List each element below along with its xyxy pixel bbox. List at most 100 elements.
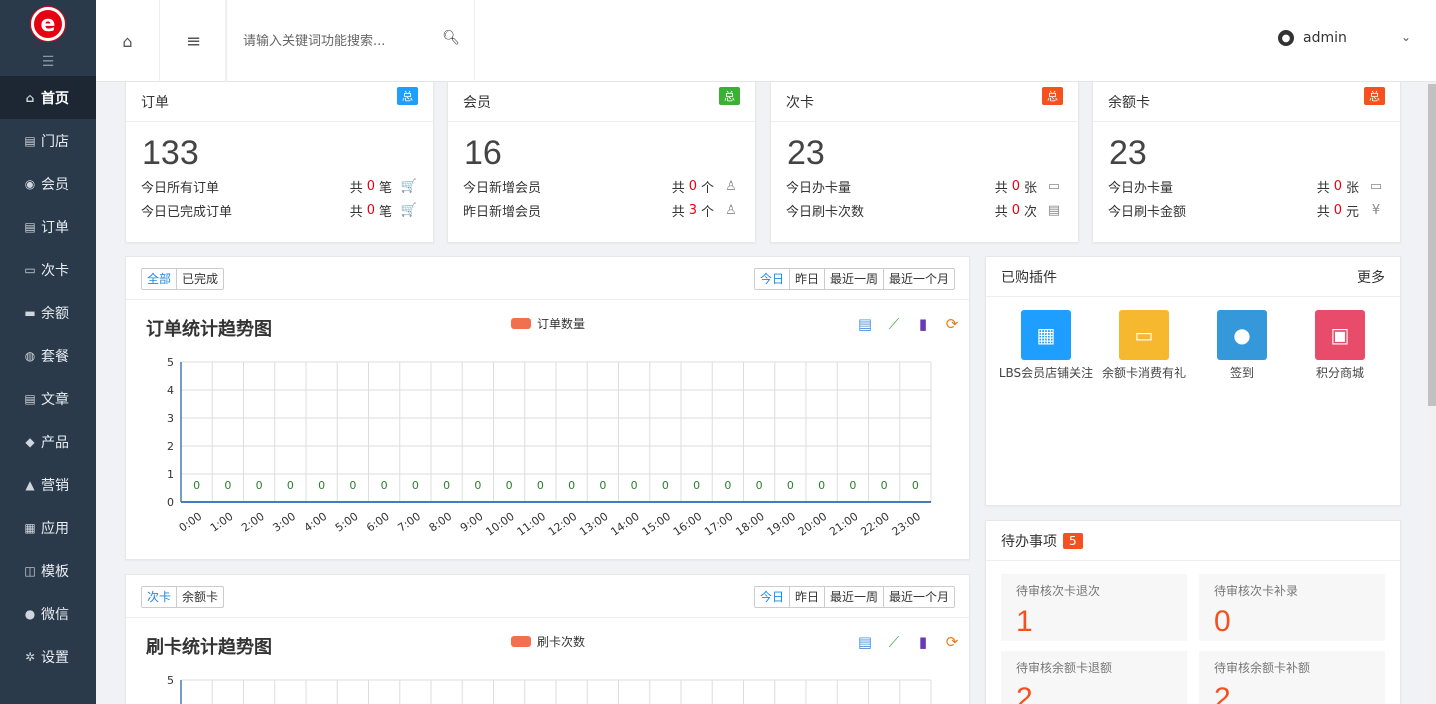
tab-all[interactable]: 全部 bbox=[142, 269, 178, 289]
search-bar: 🔍︎ bbox=[226, 0, 475, 82]
todo-item[interactable]: 待审核次卡退次 1 bbox=[1001, 574, 1187, 641]
stat-row-label: 今日刷卡次数 bbox=[786, 204, 865, 220]
x-tick-label: 7:00 bbox=[395, 510, 423, 535]
refresh-icon[interactable]: ⟳ bbox=[943, 315, 961, 333]
sidebar-item-12[interactable]: ● 微信 bbox=[0, 592, 96, 635]
range-week[interactable]: 最近一周 bbox=[825, 587, 884, 607]
stat-unit: 元 bbox=[1345, 204, 1359, 220]
sidebar-item-label: 文章 bbox=[41, 391, 69, 408]
stat-unit: 次 bbox=[1023, 204, 1037, 220]
range-today[interactable]: 今日 bbox=[754, 269, 790, 289]
x-tick-label: 23:00 bbox=[890, 510, 923, 539]
stat-row-value: 共 0 个 ♙ bbox=[672, 177, 740, 196]
clipboard-icon: ▤ bbox=[1047, 202, 1061, 218]
sidebar-item-5[interactable]: ▬ 余额 bbox=[0, 291, 96, 334]
stat-count: 0 bbox=[1011, 202, 1020, 218]
line-chart-icon[interactable]: ⟋ bbox=[885, 315, 903, 333]
user-avatar-icon: ● bbox=[1278, 30, 1294, 46]
sidebar-item-3[interactable]: ▤ 订单 bbox=[0, 205, 96, 248]
data-label: 0 bbox=[506, 479, 513, 492]
search-icon[interactable]: 🔍︎ bbox=[442, 30, 460, 46]
range-month[interactable]: 最近一个月 bbox=[884, 269, 954, 289]
sidebar-item-6[interactable]: ◍ 套餐 bbox=[0, 334, 96, 377]
plugin-item[interactable]: ● 签到 bbox=[1193, 310, 1291, 382]
stat-unit: 个 bbox=[700, 180, 714, 196]
data-label: 0 bbox=[631, 479, 638, 492]
sidebar-item-11[interactable]: ◫ 模板 bbox=[0, 549, 96, 592]
sidebar-item-label: 首页 bbox=[41, 90, 69, 107]
sidebar-item-10[interactable]: ▦ 应用 bbox=[0, 506, 96, 549]
stat-unit: 笔 bbox=[378, 180, 392, 196]
menu-toggle-button[interactable]: ≡ bbox=[162, 0, 226, 82]
range-month[interactable]: 最近一个月 bbox=[884, 587, 954, 607]
plugin-label: 余额卡消费有礼 bbox=[1101, 366, 1186, 380]
x-tick-label: 19:00 bbox=[765, 510, 798, 539]
sidebar-item-0[interactable]: ⌂ 首页 bbox=[0, 76, 96, 119]
sidebar-item-9[interactable]: ▲ 营销 bbox=[0, 463, 96, 506]
search-input[interactable] bbox=[243, 33, 443, 49]
x-tick-label: 0:00 bbox=[177, 510, 205, 535]
stat-total: 23 bbox=[787, 134, 825, 172]
chevron-down-icon[interactable]: ⌄ bbox=[1401, 30, 1411, 44]
stat-row: 今日办卡量 共 0 张 ▭ bbox=[771, 174, 1078, 198]
todo-item[interactable]: 待审核余额卡退额 2 bbox=[1001, 651, 1187, 704]
user-menu[interactable]: ● admin bbox=[1278, 30, 1347, 46]
scrollbar-thumb[interactable] bbox=[1428, 84, 1436, 406]
range-today[interactable]: 今日 bbox=[754, 587, 790, 607]
article-icon: ▤ bbox=[24, 391, 36, 406]
refresh-icon[interactable]: ⟳ bbox=[943, 633, 961, 651]
total-badge: 总 bbox=[1042, 87, 1063, 105]
username: admin bbox=[1303, 30, 1347, 46]
sidebar-item-13[interactable]: ✲ 设置 bbox=[0, 635, 96, 678]
stat-count: 0 bbox=[1333, 202, 1342, 218]
cart-icon: 🛒 bbox=[400, 202, 418, 218]
data-view-icon[interactable]: ▤ bbox=[856, 633, 874, 651]
stat-prefix: 共 bbox=[1316, 204, 1330, 220]
sidebar-item-4[interactable]: ▭ 次卡 bbox=[0, 248, 96, 291]
x-tick-label: 20:00 bbox=[796, 510, 829, 539]
sidebar: e ☰ ⌂ 首页 ▤ 门店 ◉ 会员 ▤ 订单 ▭ 次卡 ▬ 余额 ◍ 套餐 ▤ 文章 ◆ 产品 ▲ 营销 ▦ 应用 ◫ 模板… bbox=[0, 0, 96, 704]
sidebar-item-1[interactable]: ▤ 门店 bbox=[0, 119, 96, 162]
tab-completed[interactable]: 已完成 bbox=[177, 269, 223, 289]
data-label: 0 bbox=[349, 479, 356, 492]
plugin-item[interactable]: ▭ 余额卡消费有礼 bbox=[1095, 310, 1193, 382]
plugin-item[interactable]: ▦ LBS会员店铺关注 bbox=[997, 310, 1095, 382]
total-badge: 总 bbox=[397, 87, 418, 105]
data-label: 0 bbox=[224, 479, 231, 492]
range-yesterday[interactable]: 昨日 bbox=[790, 269, 825, 289]
sidebar-item-7[interactable]: ▤ 文章 bbox=[0, 377, 96, 420]
todo-item[interactable]: 待审核次卡补录 0 bbox=[1199, 574, 1385, 641]
package-icon: ◍ bbox=[24, 348, 36, 363]
stat-count: 0 bbox=[688, 178, 697, 194]
chart-legend[interactable]: 刷卡次数 bbox=[511, 633, 585, 650]
stat-prefix: 共 bbox=[994, 204, 1008, 220]
bar-chart-icon[interactable]: ▮ bbox=[914, 315, 932, 333]
stat-row-label: 今日办卡量 bbox=[1108, 180, 1174, 196]
plugin-item[interactable]: ▣ 积分商城 bbox=[1291, 310, 1389, 382]
x-tick-label: 17:00 bbox=[702, 510, 735, 539]
todo-title: 待办事项 bbox=[1001, 533, 1057, 550]
range-yesterday[interactable]: 昨日 bbox=[790, 587, 825, 607]
range-week[interactable]: 最近一周 bbox=[825, 269, 884, 289]
app-logo[interactable]: e bbox=[0, 0, 96, 48]
tab-balance-card[interactable]: 余额卡 bbox=[177, 587, 223, 607]
sidebar-item-label: 套餐 bbox=[41, 348, 69, 365]
chart-legend[interactable]: 订单数量 bbox=[511, 315, 585, 332]
sidebar-item-2[interactable]: ◉ 会员 bbox=[0, 162, 96, 205]
tab-times-card[interactable]: 次卡 bbox=[142, 587, 178, 607]
todo-item[interactable]: 待审核余额卡补额 2 bbox=[1199, 651, 1385, 704]
line-chart-icon[interactable]: ⟋ bbox=[885, 633, 903, 651]
data-view-icon[interactable]: ▤ bbox=[856, 315, 874, 333]
collapse-sidebar-icon[interactable]: ☰ bbox=[0, 48, 96, 76]
data-label: 0 bbox=[662, 479, 669, 492]
bar-chart-icon[interactable]: ▮ bbox=[914, 633, 932, 651]
todo-label: 待审核次卡补录 bbox=[1214, 584, 1299, 598]
stat-row: 今日刷卡次数 共 0 次 ▤ bbox=[771, 198, 1078, 222]
sidebar-item-8[interactable]: ◆ 产品 bbox=[0, 420, 96, 463]
sidebar-item-label: 模板 bbox=[41, 563, 69, 580]
stat-card: 订单总 133 今日所有订单共 0 笔 🛒 今日已完成订单共 0 笔 🛒 bbox=[125, 82, 434, 243]
x-tick-label: 5:00 bbox=[333, 510, 361, 535]
home-button[interactable]: ⌂ bbox=[96, 0, 160, 82]
data-label: 0 bbox=[693, 479, 700, 492]
plugins-more-link[interactable]: 更多 bbox=[1357, 267, 1385, 287]
